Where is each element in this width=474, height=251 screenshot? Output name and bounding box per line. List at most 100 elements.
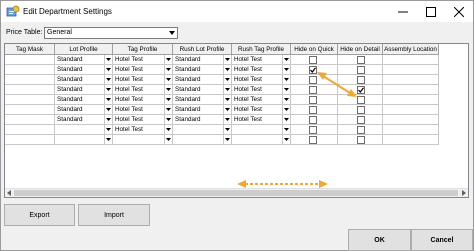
chevron-down-icon[interactable]	[104, 75, 112, 84]
cell-lot-profile[interactable]: Standard	[55, 85, 113, 95]
cell-rush-lot-profile[interactable]	[173, 125, 232, 135]
cell-assembly-location[interactable]	[383, 65, 439, 75]
cell-assembly-location[interactable]	[383, 125, 439, 135]
cell-tag-mask[interactable]	[5, 125, 55, 135]
cell-rush-lot-profile[interactable]	[173, 135, 232, 145]
chevron-down-icon[interactable]	[223, 75, 231, 84]
scroll-right-icon[interactable]	[461, 190, 467, 197]
chevron-down-icon[interactable]	[104, 65, 112, 74]
cell-tag-profile[interactable]: Hotel Test	[113, 55, 173, 65]
column-header-tag-profile[interactable]: Tag Profile	[113, 44, 173, 55]
cell-hide-on-detail[interactable]	[338, 65, 383, 75]
cell-tag-mask[interactable]	[5, 85, 55, 95]
cell-lot-profile[interactable]: Standard	[55, 115, 113, 125]
hide-on-quick-checkbox[interactable]	[309, 86, 317, 94]
cell-assembly-location[interactable]	[383, 55, 439, 65]
cell-hide-on-quick[interactable]	[291, 85, 338, 95]
cell-rush-tag-profile[interactable]	[232, 135, 291, 145]
cell-hide-on-detail[interactable]	[338, 75, 383, 85]
cell-tag-mask[interactable]	[5, 75, 55, 85]
cell-rush-lot-profile[interactable]: Standard	[173, 55, 232, 65]
scroll-left-icon[interactable]	[6, 190, 12, 197]
cell-tag-mask[interactable]	[5, 135, 55, 145]
cell-tag-mask[interactable]	[5, 55, 55, 65]
chevron-down-icon[interactable]	[104, 95, 112, 104]
hide-on-detail-checkbox[interactable]	[357, 126, 365, 134]
hide-on-quick-checkbox[interactable]	[309, 136, 317, 144]
chevron-down-icon[interactable]	[164, 75, 172, 84]
chevron-down-icon[interactable]	[104, 115, 112, 124]
chevron-down-icon[interactable]	[104, 135, 112, 144]
cell-assembly-location[interactable]	[383, 105, 439, 115]
cell-rush-tag-profile[interactable]: Hotel Test	[232, 105, 291, 115]
cell-rush-lot-profile[interactable]: Standard	[173, 115, 232, 125]
cell-rush-lot-profile[interactable]: Standard	[173, 95, 232, 105]
cell-assembly-location[interactable]	[383, 75, 439, 85]
cell-tag-mask[interactable]	[5, 65, 55, 75]
chevron-down-icon[interactable]	[164, 85, 172, 94]
scrollbar-thumb[interactable]	[14, 190, 458, 196]
cell-hide-on-detail[interactable]	[338, 115, 383, 125]
chevron-down-icon[interactable]	[282, 75, 290, 84]
cell-rush-tag-profile[interactable]: Hotel Test	[232, 65, 291, 75]
chevron-down-icon[interactable]	[164, 95, 172, 104]
cell-assembly-location[interactable]	[383, 115, 439, 125]
cell-tag-profile[interactable]: Hotel Test	[113, 65, 173, 75]
cell-hide-on-quick[interactable]	[291, 65, 338, 75]
cell-hide-on-quick[interactable]	[291, 75, 338, 85]
cancel-button[interactable]: Cancel	[411, 229, 473, 251]
cell-rush-lot-profile[interactable]: Standard	[173, 105, 232, 115]
chevron-down-icon[interactable]	[164, 65, 172, 74]
cell-tag-profile[interactable]: Hotel Test	[113, 95, 173, 105]
chevron-down-icon[interactable]	[104, 85, 112, 94]
hide-on-quick-checkbox[interactable]	[309, 76, 317, 84]
maximize-button[interactable]	[417, 1, 445, 22]
cell-lot-profile[interactable]: Standard	[55, 75, 113, 85]
chevron-down-icon[interactable]	[282, 55, 290, 64]
chevron-down-icon[interactable]	[164, 55, 172, 64]
cell-hide-on-detail[interactable]	[338, 105, 383, 115]
cell-lot-profile[interactable]	[55, 135, 113, 145]
cell-hide-on-detail[interactable]	[338, 125, 383, 135]
chevron-down-icon[interactable]	[223, 105, 231, 114]
cell-hide-on-quick[interactable]	[291, 105, 338, 115]
cell-tag-profile[interactable]: Hotel Test	[113, 115, 173, 125]
chevron-down-icon[interactable]	[166, 28, 177, 38]
chevron-down-icon[interactable]	[164, 105, 172, 114]
chevron-down-icon[interactable]	[104, 125, 112, 134]
cell-assembly-location[interactable]	[383, 95, 439, 105]
cell-tag-profile[interactable]	[113, 135, 173, 145]
chevron-down-icon[interactable]	[223, 95, 231, 104]
cell-rush-tag-profile[interactable]: Hotel Test	[232, 115, 291, 125]
chevron-down-icon[interactable]	[282, 115, 290, 124]
cell-hide-on-detail[interactable]	[338, 55, 383, 65]
cell-hide-on-detail[interactable]	[338, 95, 383, 105]
hide-on-quick-checkbox[interactable]	[309, 66, 317, 74]
hide-on-detail-checkbox[interactable]	[357, 96, 365, 104]
chevron-down-icon[interactable]	[223, 115, 231, 124]
hide-on-detail-checkbox[interactable]	[357, 106, 365, 114]
cell-rush-tag-profile[interactable]: Hotel Test	[232, 55, 291, 65]
cell-hide-on-quick[interactable]	[291, 95, 338, 105]
minimize-button[interactable]	[389, 1, 417, 22]
hide-on-detail-checkbox[interactable]	[357, 66, 365, 74]
cell-hide-on-quick[interactable]	[291, 115, 338, 125]
cell-lot-profile[interactable]: Standard	[55, 105, 113, 115]
chevron-down-icon[interactable]	[223, 135, 231, 144]
cell-tag-profile[interactable]: Hotel Test	[113, 85, 173, 95]
hide-on-detail-checkbox[interactable]	[357, 136, 365, 144]
cell-lot-profile[interactable]	[55, 125, 113, 135]
column-header-rush-lot-profile[interactable]: Rush Lot Profile	[173, 44, 232, 55]
column-header-tag-mask[interactable]: Tag Mask	[5, 44, 55, 55]
chevron-down-icon[interactable]	[282, 105, 290, 114]
chevron-down-icon[interactable]	[282, 65, 290, 74]
hide-on-detail-checkbox[interactable]	[357, 56, 365, 64]
price-table-select[interactable]: General	[44, 27, 178, 39]
chevron-down-icon[interactable]	[164, 115, 172, 124]
cell-tag-mask[interactable]	[5, 115, 55, 125]
cell-hide-on-detail[interactable]	[338, 135, 383, 145]
chevron-down-icon[interactable]	[282, 125, 290, 134]
cell-tag-mask[interactable]	[5, 95, 55, 105]
hide-on-detail-checkbox[interactable]	[357, 116, 365, 124]
cell-tag-profile[interactable]: Hotel Test	[113, 105, 173, 115]
